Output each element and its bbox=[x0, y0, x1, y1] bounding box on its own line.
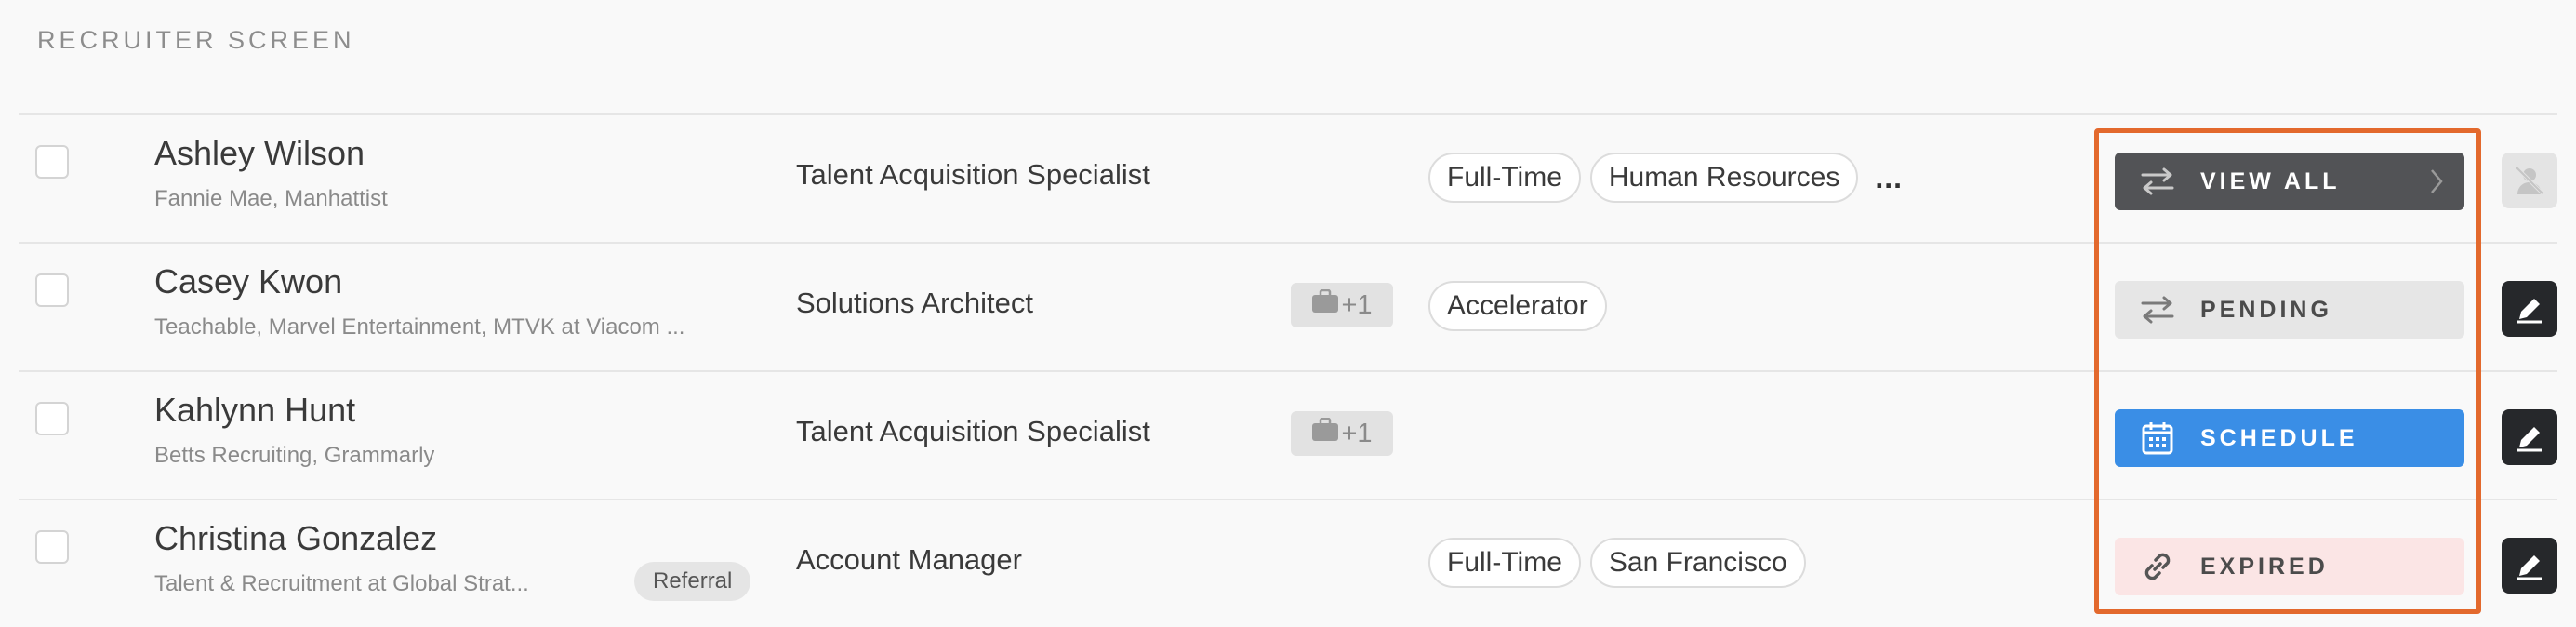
other-jobs-count: +1 bbox=[1341, 289, 1373, 320]
schedule-label: SCHEDULE bbox=[2200, 424, 2358, 451]
edit-icon[interactable] bbox=[2502, 409, 2557, 465]
candidate-company: Betts Recruiting, Grammarly bbox=[154, 443, 435, 468]
tag: Full-Time bbox=[1428, 538, 1581, 588]
row-checkbox[interactable] bbox=[35, 530, 69, 564]
candidate-role: Solutions Architect bbox=[796, 287, 1034, 319]
tag-list: Full-Time Human Resources ... bbox=[1428, 153, 1903, 203]
candidate-role: Account Manager bbox=[796, 543, 1022, 576]
candidate-role: Talent Acquisition Specialist bbox=[796, 158, 1150, 191]
table-row[interactable]: Ashley Wilson Fannie Mae, Manhattist Tal… bbox=[0, 115, 2576, 242]
row-checkbox[interactable] bbox=[35, 402, 69, 435]
candidate-company: Fannie Mae, Manhattist bbox=[154, 186, 388, 211]
row-checkbox[interactable] bbox=[35, 145, 69, 179]
tag-list: Full-Time San Francisco bbox=[1428, 538, 1806, 588]
candidate-name[interactable]: Casey Kwon bbox=[154, 262, 342, 301]
briefcase-icon bbox=[1311, 288, 1339, 321]
swap-arrows-icon bbox=[2139, 291, 2176, 328]
other-jobs-count: +1 bbox=[1341, 418, 1373, 448]
other-jobs-badge[interactable]: +1 bbox=[1291, 411, 1393, 456]
briefcase-icon bbox=[1311, 417, 1339, 449]
profile-disabled-icon bbox=[2502, 153, 2557, 208]
other-jobs-badge[interactable]: +1 bbox=[1291, 283, 1393, 327]
pending-button[interactable]: PENDING bbox=[2115, 281, 2464, 339]
table-row[interactable]: Kahlynn Hunt Betts Recruiting, Grammarly… bbox=[0, 372, 2576, 499]
table-row[interactable]: Christina Gonzalez Talent & Recruitment … bbox=[0, 500, 2576, 627]
candidate-name[interactable]: Ashley Wilson bbox=[154, 134, 365, 173]
edit-icon[interactable] bbox=[2502, 538, 2557, 594]
link-icon bbox=[2139, 548, 2176, 585]
chevron-right-icon bbox=[2429, 167, 2444, 202]
edit-icon[interactable] bbox=[2502, 281, 2557, 337]
tag: Accelerator bbox=[1428, 281, 1607, 331]
table-row[interactable]: Casey Kwon Teachable, Marvel Entertainme… bbox=[0, 244, 2576, 370]
view-all-button[interactable]: VIEW ALL bbox=[2115, 153, 2464, 210]
row-checkbox[interactable] bbox=[35, 273, 69, 307]
calendar-icon bbox=[2139, 420, 2176, 457]
candidate-name[interactable]: Kahlynn Hunt bbox=[154, 391, 355, 430]
swap-arrows-icon bbox=[2139, 163, 2176, 200]
tag: San Francisco bbox=[1589, 538, 1806, 588]
referral-badge: Referral bbox=[634, 562, 751, 601]
section-title: RECRUITER SCREEN bbox=[37, 26, 355, 54]
candidate-role: Talent Acquisition Specialist bbox=[796, 415, 1150, 447]
candidate-company: Talent & Recruitment at Global Strat... bbox=[154, 571, 529, 596]
pending-label: PENDING bbox=[2200, 296, 2332, 323]
candidate-name[interactable]: Christina Gonzalez bbox=[154, 519, 437, 558]
expired-label: EXPIRED bbox=[2200, 553, 2329, 580]
view-all-label: VIEW ALL bbox=[2200, 167, 2341, 194]
candidate-company: Teachable, Marvel Entertainment, MTVK at… bbox=[154, 314, 685, 340]
schedule-button[interactable]: SCHEDULE bbox=[2115, 409, 2464, 467]
more-tags-button[interactable]: ... bbox=[1875, 161, 1903, 195]
tag-list: Accelerator bbox=[1428, 281, 1607, 331]
tag: Full-Time bbox=[1428, 153, 1581, 203]
tag: Human Resources bbox=[1589, 153, 1859, 203]
expired-button[interactable]: EXPIRED bbox=[2115, 538, 2464, 595]
